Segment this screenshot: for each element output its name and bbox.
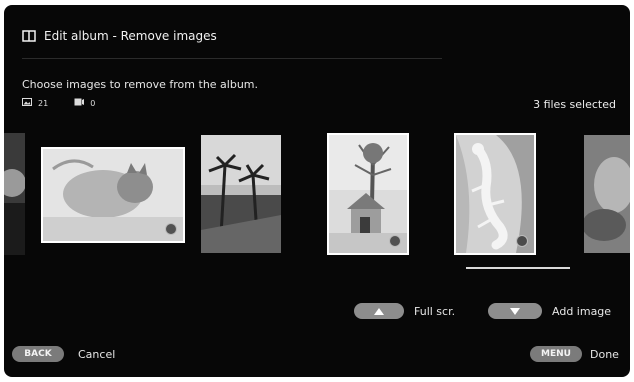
album-edit-screen: Edit album - Remove images Choose images… <box>4 5 630 377</box>
video-count: 0 <box>90 98 96 108</box>
selected-check-icon <box>165 223 177 235</box>
thumbnail-doghouse-tree[interactable] <box>327 133 409 255</box>
down-button[interactable] <box>488 303 542 319</box>
selected-check-icon <box>389 235 401 247</box>
media-counts: 21 0 <box>22 98 95 108</box>
photo-count: 21 <box>38 98 49 108</box>
title-divider <box>22 58 442 59</box>
focus-indicator <box>466 267 570 269</box>
selected-check-icon <box>516 235 528 247</box>
thumbnail-palm-trees[interactable] <box>201 135 281 253</box>
up-hint-label: Full scr. <box>414 305 456 318</box>
photo-icon <box>22 98 32 108</box>
thumbnail-lizard[interactable] <box>454 133 536 255</box>
instruction-text: Choose images to remove from the album. <box>22 78 259 91</box>
thumbnail-partial-left[interactable] <box>4 133 25 255</box>
up-button[interactable] <box>354 303 404 319</box>
album-icon <box>22 30 36 42</box>
down-hint-label: Add image <box>552 305 612 318</box>
thumbnail-partial-right[interactable] <box>584 135 630 253</box>
selection-status: 3 files selected <box>533 98 616 111</box>
page-title: Edit album - Remove images <box>44 29 217 43</box>
triangle-up-icon <box>374 307 384 315</box>
thumbnail-cat-photo[interactable] <box>41 147 185 243</box>
cancel-label: Cancel <box>78 348 116 361</box>
video-icon <box>74 98 85 108</box>
done-label: Done <box>590 348 619 361</box>
triangle-down-icon <box>510 307 520 315</box>
menu-button[interactable]: MENU <box>530 346 582 362</box>
header: Edit album - Remove images <box>22 29 217 43</box>
back-button[interactable]: BACK <box>12 346 64 362</box>
thumbnail-strip <box>4 131 630 259</box>
